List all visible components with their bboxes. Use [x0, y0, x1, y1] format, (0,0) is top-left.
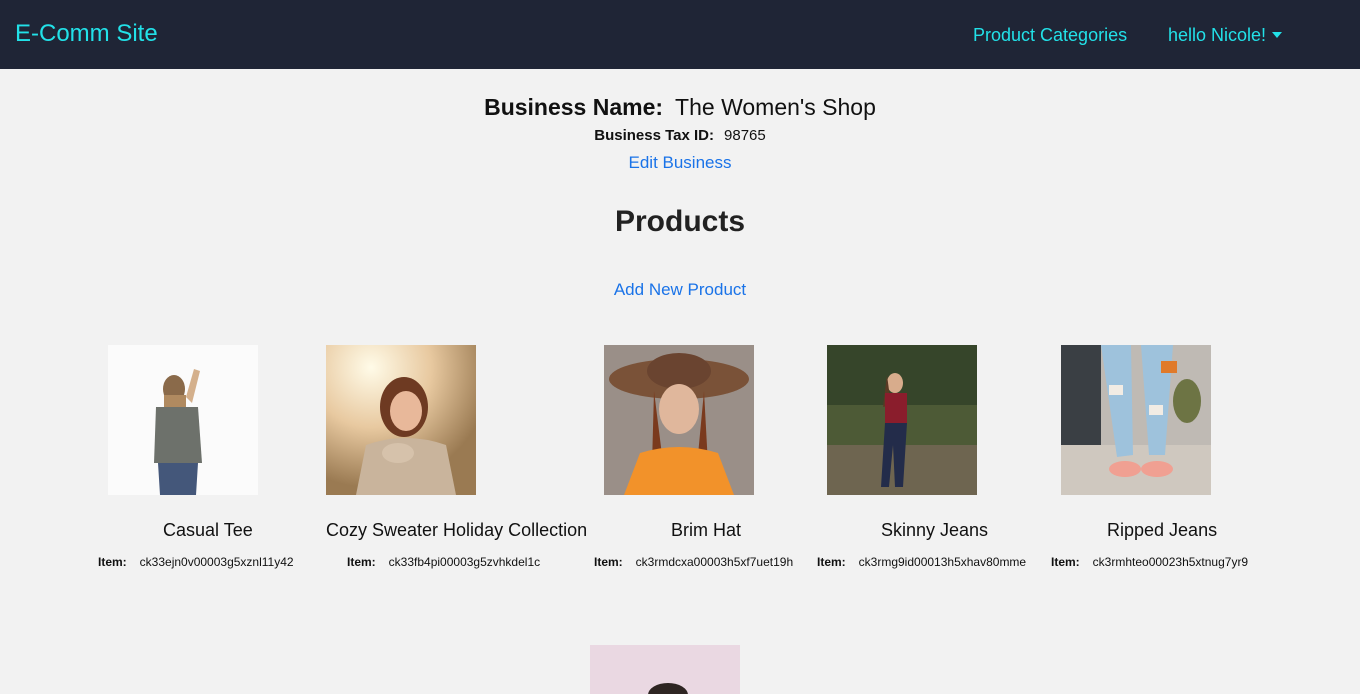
item-label: Item:	[1051, 555, 1080, 569]
business-name-label: Business Name:	[484, 94, 664, 120]
products-heading: Products	[614, 205, 746, 238]
business-tax-value: 98765	[724, 127, 766, 144]
business-name-value: The Women's Shop	[675, 94, 876, 120]
edit-business-link[interactable]: Edit Business	[629, 153, 732, 172]
product-name[interactable]: Cozy Sweater Holiday Collection	[326, 519, 587, 541]
item-id-value: ck3rmg9id00013h5xhav80mme	[858, 555, 1027, 569]
product-item-id: Item: ck3rmg9id00013h5xhav80mme	[817, 554, 1026, 570]
item-id-value: ck3rmdcxa00003h5xf7uet19h	[635, 555, 794, 569]
item-label: Item:	[817, 555, 846, 569]
product-name[interactable]: Brim Hat	[671, 519, 741, 541]
product-image[interactable]	[1061, 345, 1211, 495]
business-tax-id: Business Tax ID: 98765	[0, 127, 1360, 145]
product-name[interactable]: Casual Tee	[163, 519, 253, 541]
user-menu-toggle[interactable]: hello Nicole!	[1168, 24, 1283, 46]
item-label: Item:	[594, 555, 623, 569]
nav-product-categories[interactable]: Product Categories	[973, 24, 1127, 46]
product-item-id: Item: ck33fb4pi00003g5zvhkdel1c	[347, 554, 540, 570]
add-new-product-link[interactable]: Add New Product	[614, 280, 746, 299]
product-image[interactable]	[604, 345, 754, 495]
product-image[interactable]	[590, 645, 740, 694]
product-image[interactable]	[326, 345, 476, 495]
user-greeting: hello Nicole!	[1168, 25, 1267, 45]
item-label: Item:	[98, 555, 127, 569]
product-name[interactable]: Skinny Jeans	[881, 519, 988, 541]
item-id-value: ck3rmhteo00023h5xtnug7yr9	[1092, 555, 1249, 569]
add-product-row: Add New Product	[0, 280, 1360, 300]
product-name[interactable]: Ripped Jeans	[1107, 519, 1217, 541]
chevron-down-icon	[1272, 32, 1283, 38]
item-label: Item:	[347, 555, 376, 569]
product-item-id: Item: ck3rmhteo00023h5xtnug7yr9	[1051, 554, 1248, 570]
edit-business-row: Edit Business	[0, 153, 1360, 173]
product-item-id: Item: ck33ejn0v00003g5xznl11y42	[98, 554, 294, 570]
product-image[interactable]	[108, 345, 258, 495]
brand-link[interactable]: E-Comm Site	[15, 18, 158, 50]
item-id-value: ck33ejn0v00003g5xznl11y42	[139, 555, 294, 569]
business-tax-label: Business Tax ID:	[594, 127, 715, 144]
item-id-value: ck33fb4pi00003g5zvhkdel1c	[388, 555, 541, 569]
navbar: E-Comm Site Product Categories hello Nic…	[0, 0, 1360, 69]
product-image[interactable]	[827, 345, 977, 495]
business-name: Business Name: The Women's Shop	[0, 92, 1360, 122]
product-item-id: Item: ck3rmdcxa00003h5xf7uet19h	[594, 554, 793, 570]
